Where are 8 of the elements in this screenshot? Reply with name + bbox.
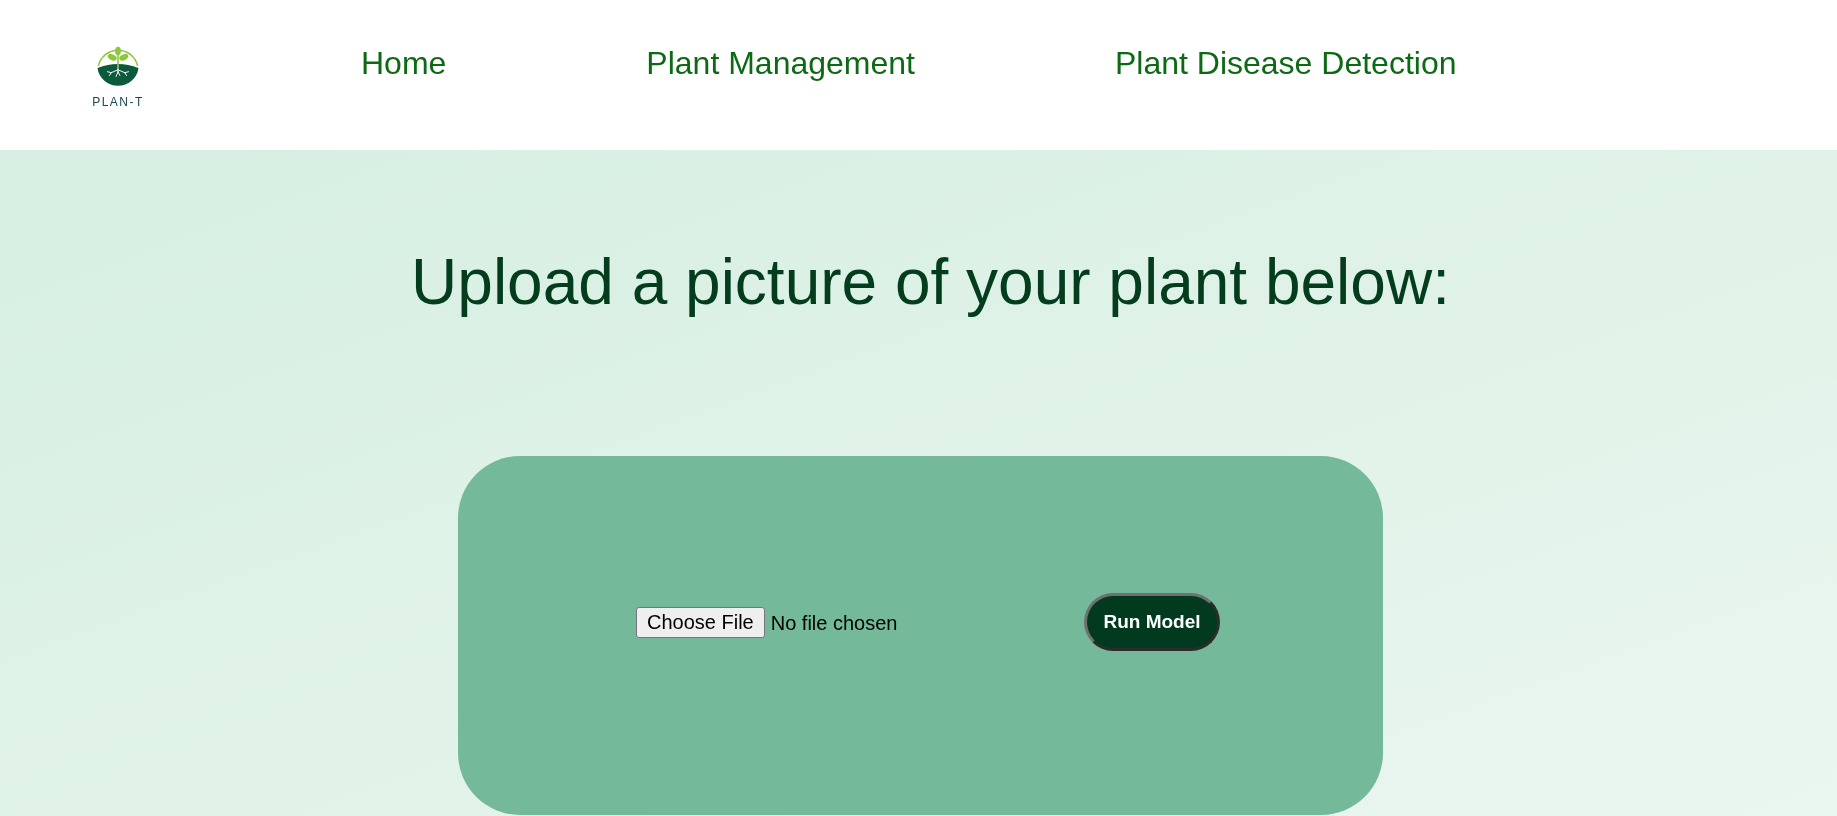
nav-link[interactable]: Plant Management — [646, 44, 915, 82]
run-model-button[interactable]: Run Model — [1084, 593, 1220, 651]
page-heading: Upload a picture of your plant below: — [411, 245, 1450, 320]
file-status-text: No file chosen — [770, 610, 898, 636]
choose-file-button[interactable]: Choose File — [636, 607, 765, 638]
logo-text: PLAN-T — [92, 94, 144, 109]
nav-link[interactable]: Plant Disease Detection — [1114, 44, 1457, 82]
nav-link[interactable]: Home — [361, 44, 447, 82]
